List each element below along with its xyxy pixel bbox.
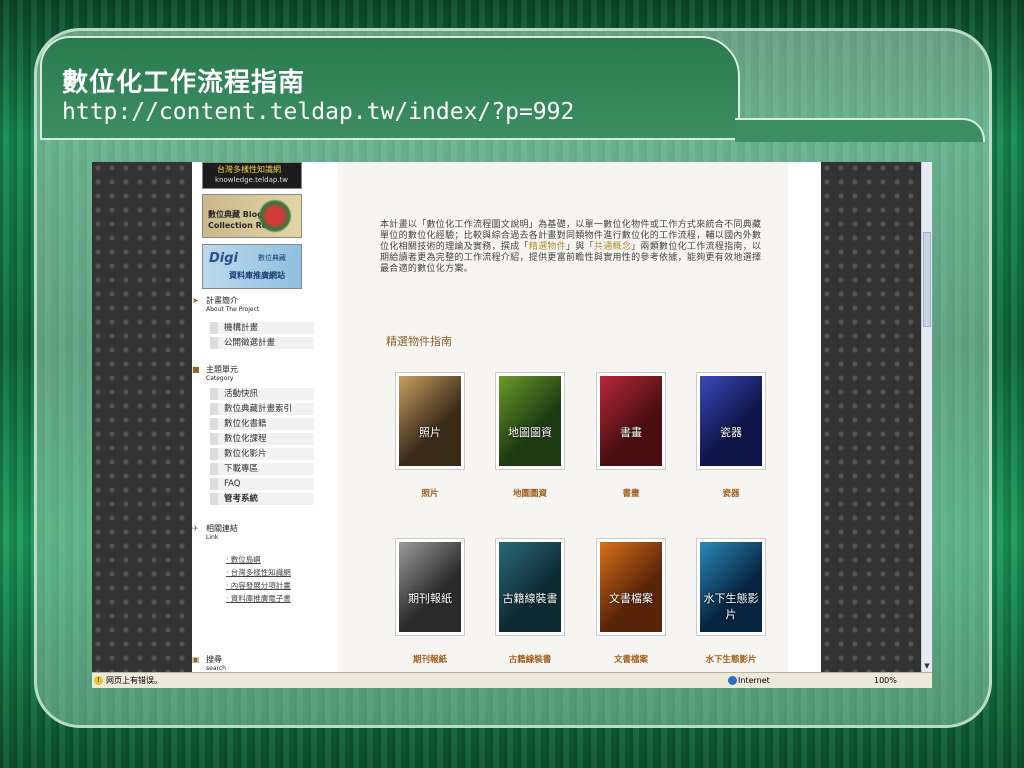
banner-knowledge-teldap[interactable]: 台灣多樣性知識網 knowledge.teldap.tw [202, 162, 302, 189]
page-background-left [92, 162, 192, 672]
cover-art: 水下生態影片 [700, 542, 762, 632]
link-content-development[interactable]: 內容發展分項計畫 [226, 580, 291, 591]
cover-title: 地圖圖資 [508, 426, 552, 439]
section-category-en: Category [206, 375, 234, 382]
banner-title: 數位典藏 Blog [208, 210, 263, 219]
guide-cover[interactable]: 文書檔案 [596, 538, 666, 636]
intro-text: 」與「 [566, 242, 594, 252]
section-category: ■ 主題單元 Category [192, 365, 238, 383]
section-about: ➤ 計畫簡介 About The Project [192, 296, 260, 314]
cover-label[interactable]: 地圖圖資 [490, 487, 570, 499]
cover-title: 期刊報紙 [408, 592, 452, 605]
nav-item-books[interactable]: 數位化書籍 [210, 418, 314, 430]
banner-title: 數位典藏 [258, 254, 286, 262]
nav-item-downloads[interactable]: 下載專區 [210, 463, 314, 475]
nav-item-open-call-project[interactable]: 公開徵選計畫 [210, 337, 314, 349]
banner-subtitle: 資料庫推廣網站 [229, 271, 285, 280]
nav-item-news[interactable]: 活動快訊 [210, 388, 314, 400]
nav-item-faq[interactable]: FAQ [210, 478, 314, 490]
intro-paragraph: 本計畫以「數位化工作流程圖文說明」為基礎，以單一數位化物件或工作方式來統合不同典… [380, 220, 770, 275]
cover-label[interactable]: 古籍線裝書 [490, 653, 570, 665]
right-margin [788, 162, 821, 672]
guide-cover[interactable]: 書畫 [596, 372, 666, 470]
status-bar: ! 网页上有错误。 Internet 100% [92, 672, 932, 688]
nav-item-courses[interactable]: 數位化課程 [210, 433, 314, 445]
section-search: ▣ 搜尋 search [192, 655, 226, 673]
cover-label[interactable]: 書畫 [591, 487, 671, 499]
cover-label[interactable]: 文書檔案 [591, 653, 671, 665]
scrollbar-thumb[interactable] [923, 232, 931, 327]
guide-cover[interactable]: 地圖圖資 [495, 372, 565, 470]
cover-title: 水下生態影片 [703, 592, 759, 621]
guide-cover[interactable]: 瓷器 [696, 372, 766, 470]
intro-link-featured[interactable]: 精選物件 [529, 242, 566, 252]
banner-title: 台灣多樣性知識網 [217, 165, 281, 174]
cover-title: 文書檔案 [609, 592, 653, 605]
link-database-ebook[interactable]: 資料庫推廣電子書 [226, 593, 291, 604]
warning-icon[interactable]: ! [94, 676, 103, 685]
slide-title: 數位化工作流程指南 [62, 68, 306, 98]
cover-title: 書畫 [620, 426, 642, 439]
cover-art: 書畫 [600, 376, 662, 466]
banner-subtitle: knowledge.teldap.tw [215, 176, 289, 184]
cover-title: 照片 [419, 426, 441, 439]
nav-item-videos[interactable]: 數位化影片 [210, 448, 314, 460]
plane-icon: ✈ [192, 524, 199, 533]
link-knowledge-network[interactable]: 台灣多樣性知識網 [226, 567, 291, 578]
guide-cover[interactable]: 照片 [395, 372, 465, 470]
nav-item-management-system[interactable]: 管考系統 [210, 493, 314, 505]
section-title: 精選物件指南 [386, 335, 452, 348]
cover-title: 古籍線裝書 [502, 592, 558, 605]
link-digital-island[interactable]: 數位島嶼 [226, 554, 261, 565]
zoom-level[interactable]: 100% [874, 673, 897, 688]
section-about-en: About The Project [206, 306, 260, 313]
cover-art: 期刊報紙 [399, 542, 461, 632]
arrow-icon: ➤ [192, 296, 199, 305]
guide-cover[interactable]: 水下生態影片 [696, 538, 766, 636]
banner-collection-room[interactable]: 數位典藏 Blog Collection Room [202, 194, 302, 238]
vertical-scrollbar[interactable]: ▼ [921, 162, 932, 672]
section-about-zh: 計畫簡介 [206, 296, 238, 305]
cover-art: 照片 [399, 376, 461, 466]
nav-item-project-index[interactable]: 數位典藏計畫索引 [210, 403, 314, 415]
cover-art: 古籍線裝書 [499, 542, 561, 632]
digi-logo: Digi [209, 251, 239, 266]
cover-label[interactable]: 期刊報紙 [390, 653, 470, 665]
browser-screenshot: 台灣多樣性知識網 knowledge.teldap.tw 數位典藏 Blog C… [92, 162, 932, 688]
status-message: 网页上有错误。 [106, 676, 162, 685]
guide-cover[interactable]: 期刊報紙 [395, 538, 465, 636]
section-link: ✈ 相關連結 Link [192, 524, 238, 542]
guide-cover[interactable]: 古籍線裝書 [495, 538, 565, 636]
book-icon: ■ [192, 365, 200, 374]
cover-art: 地圖圖資 [499, 376, 561, 466]
section-link-en: Link [206, 534, 219, 541]
cover-art: 瓷器 [700, 376, 762, 466]
title-tab-decoration [735, 118, 985, 142]
section-search-zh: 搜尋 [206, 655, 222, 664]
flower-icon [258, 199, 292, 233]
nav-item-institution-project[interactable]: 機構計畫 [210, 322, 314, 334]
search-box-icon: ▣ [192, 655, 200, 664]
cover-label[interactable]: 水下生態影片 [691, 653, 771, 665]
section-link-zh: 相關連結 [206, 524, 238, 533]
slide-url: http://content.teldap.tw/index/?p=992 [62, 99, 575, 125]
scroll-down-arrow-icon[interactable]: ▼ [923, 662, 931, 670]
page-background-right [821, 162, 921, 672]
sidebar: 台灣多樣性知識網 knowledge.teldap.tw 數位典藏 Blog C… [192, 162, 338, 672]
intro-link-concepts[interactable]: 共通概念 [594, 242, 631, 252]
section-category-zh: 主題單元 [206, 365, 238, 374]
cover-label[interactable]: 照片 [390, 487, 470, 499]
globe-icon [728, 676, 737, 685]
cover-art: 文書檔案 [600, 542, 662, 632]
cover-title: 瓷器 [720, 426, 742, 439]
cover-label[interactable]: 瓷器 [691, 487, 771, 499]
security-zone: Internet [738, 676, 770, 685]
banner-database-promotion[interactable]: Digi 數位典藏 資料庫推廣網站 [202, 244, 302, 289]
